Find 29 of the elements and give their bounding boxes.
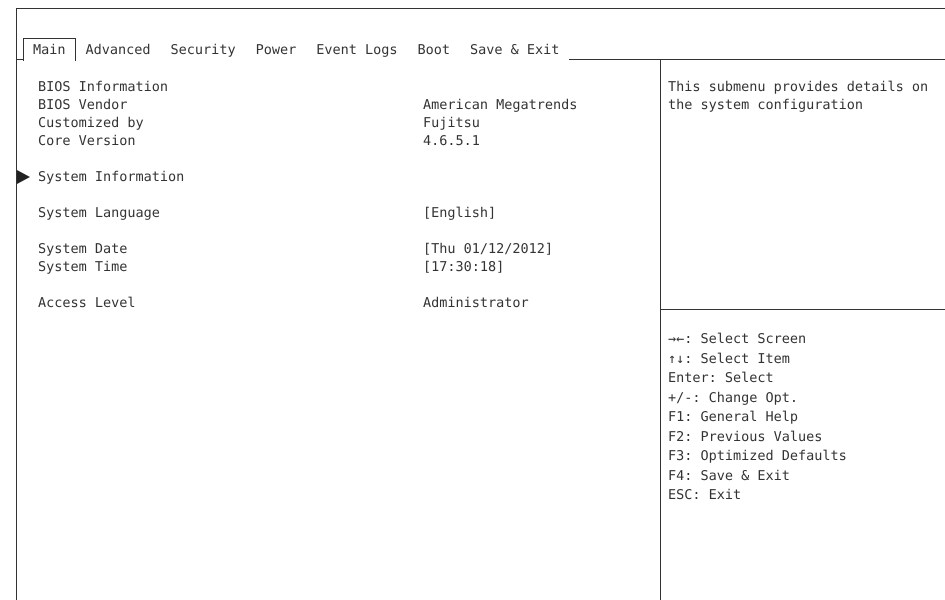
- field-label[interactable]: System Time: [38, 258, 423, 276]
- field-label: Access Level: [38, 294, 137, 312]
- field-label: Customized by: [38, 114, 145, 132]
- field-value: Fujitsu: [423, 114, 480, 132]
- triangle-icon: [17, 170, 30, 184]
- field-label: BIOS Vendor: [38, 96, 128, 114]
- key-hint: →←: Select Screen: [668, 330, 808, 349]
- tab[interactable]: Advanced: [76, 38, 161, 60]
- field-label: BIOS Information: [38, 78, 170, 96]
- field-label[interactable]: System Date: [38, 240, 423, 258]
- field-value[interactable]: [17:30:18]: [423, 258, 504, 276]
- help-text: This submenu provides details on the system configuration: [661, 60, 945, 310]
- field-value: 4.6.5.1: [423, 132, 480, 150]
- field-value[interactable]: [English]: [423, 204, 496, 222]
- key-hint: F3: Optimized Defaults: [668, 447, 848, 466]
- field-value: Administrator: [423, 294, 529, 312]
- tab[interactable]: Main: [23, 38, 76, 60]
- field-label: Core Version: [38, 132, 137, 150]
- submenu-item[interactable]: System Information: [38, 168, 423, 186]
- key-hint: +/-: Change Opt.: [668, 388, 800, 408]
- key-hint: F2: Previous Values: [668, 428, 824, 446]
- field-value: American Megatrends: [423, 96, 578, 114]
- field-value[interactable]: [Thu 01/12/2012]: [423, 240, 554, 258]
- key-hint: F4: Save & Exit: [668, 466, 791, 486]
- key-hint: F1: General Help: [668, 408, 800, 427]
- key-hint: Enter: Select: [668, 369, 775, 388]
- key-hint: ESC: Exit: [668, 486, 742, 505]
- key-hint: ↑↓: Select Item: [668, 350, 791, 368]
- field-label[interactable]: System Language: [38, 204, 423, 222]
